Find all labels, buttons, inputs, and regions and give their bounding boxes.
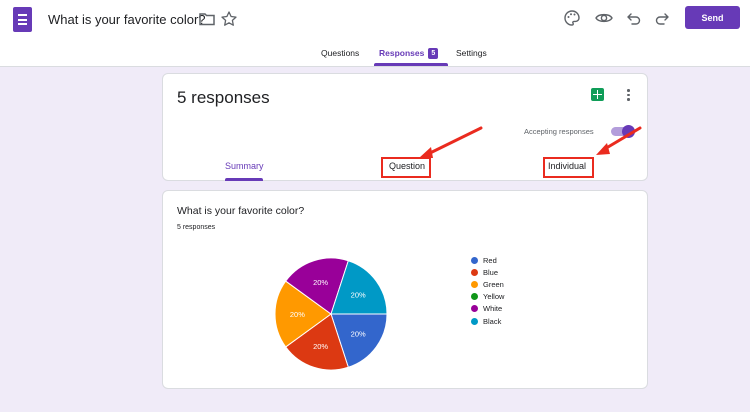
legend-swatch-white bbox=[471, 305, 478, 313]
toggle-knob bbox=[622, 125, 635, 138]
document-title[interactable]: What is your favorite color? bbox=[48, 12, 206, 27]
send-button[interactable]: Send bbox=[685, 6, 740, 29]
legend-label-green: Green bbox=[483, 279, 504, 289]
active-tab-indicator bbox=[374, 63, 448, 66]
pie-chart: 20% 20% 20% 20% 20% bbox=[274, 257, 388, 371]
question-summary-card: What is your favorite color? 5 responses… bbox=[162, 190, 648, 389]
sheets-icon[interactable] bbox=[591, 88, 604, 101]
folder-icon[interactable] bbox=[197, 9, 217, 29]
responses-summary-card: 5 responses Accepting responses Summary … bbox=[162, 73, 648, 181]
question-highlight-box bbox=[381, 157, 431, 178]
legend-swatch-black bbox=[471, 317, 478, 325]
pie-label-black: 20% bbox=[351, 290, 366, 299]
sub-tab-summary[interactable]: Summary bbox=[225, 161, 264, 171]
preview-eye-icon[interactable] bbox=[594, 8, 614, 28]
legend-label-yellow: Yellow bbox=[483, 292, 505, 302]
undo-icon[interactable] bbox=[624, 8, 644, 28]
pie-label-blue: 20% bbox=[313, 342, 328, 351]
palette-icon[interactable] bbox=[562, 8, 582, 28]
legend-label-blue: Blue bbox=[483, 267, 499, 277]
legend-label-red: Red bbox=[483, 255, 497, 265]
chart-legend: Red Blue Green Yellow White Black bbox=[471, 254, 504, 327]
tab-questions[interactable]: Questions bbox=[321, 48, 359, 58]
legend-label-white: White bbox=[483, 304, 503, 314]
accepting-responses-toggle[interactable] bbox=[609, 125, 635, 138]
legend-label-black: Black bbox=[483, 316, 502, 326]
legend-item-yellow: Yellow bbox=[471, 291, 504, 303]
star-icon[interactable] bbox=[219, 9, 239, 29]
responses-count-badge: 5 bbox=[428, 48, 439, 59]
forms-list-icon[interactable] bbox=[13, 7, 32, 32]
accepting-responses-label: Accepting responses bbox=[524, 127, 594, 136]
responses-title: 5 responses bbox=[177, 88, 270, 107]
tab-settings[interactable]: Settings bbox=[456, 48, 487, 58]
pie-label-red: 20% bbox=[351, 330, 366, 339]
legend-swatch-red bbox=[471, 256, 478, 264]
legend-item-green: Green bbox=[471, 278, 504, 290]
tab-responses[interactable]: Responses 5 bbox=[379, 48, 439, 59]
legend-item-red: Red bbox=[471, 254, 504, 266]
question-title: What is your favorite color? bbox=[177, 205, 305, 217]
legend-swatch-yellow bbox=[471, 293, 478, 301]
individual-highlight-box bbox=[543, 157, 594, 178]
more-options-icon[interactable] bbox=[625, 88, 631, 102]
legend-swatch-green bbox=[471, 280, 478, 288]
pie-label-white: 20% bbox=[313, 278, 328, 287]
summary-tab-indicator bbox=[225, 178, 263, 181]
question-response-count: 5 responses bbox=[177, 224, 216, 231]
legend-item-blue: Blue bbox=[471, 266, 504, 278]
redo-icon[interactable] bbox=[652, 8, 672, 28]
tab-responses-label: Responses bbox=[379, 48, 425, 58]
legend-item-white: White bbox=[471, 303, 504, 315]
legend-swatch-blue bbox=[471, 268, 478, 276]
main-tabs: Questions Responses 5 Settings bbox=[0, 44, 750, 66]
pie-label-green: 20% bbox=[290, 310, 305, 319]
app-header: What is your favorite color? Send Questi… bbox=[0, 0, 750, 67]
legend-item-black: Black bbox=[471, 315, 504, 327]
